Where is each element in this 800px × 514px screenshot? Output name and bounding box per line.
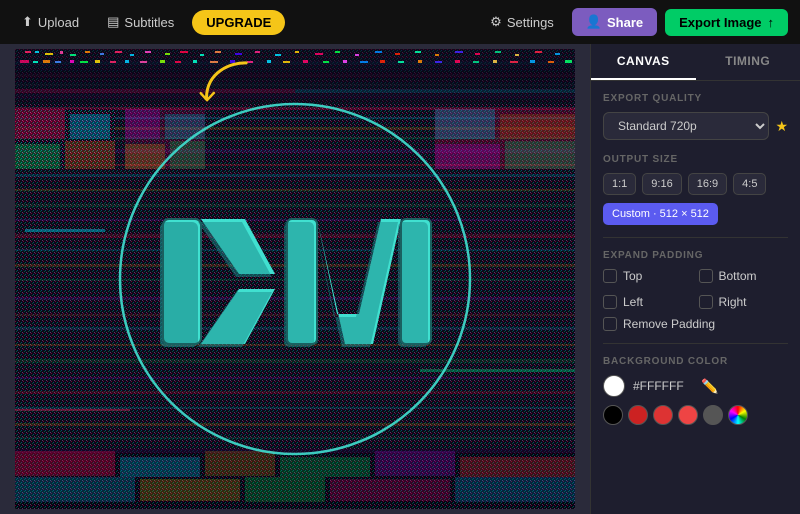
right-padding-row: Right bbox=[699, 295, 789, 309]
right-panel: CANVAS TIMING EXPORT QUALITY Standard 72… bbox=[590, 44, 800, 514]
top-padding-checkbox[interactable] bbox=[603, 269, 617, 283]
export-label: Export Image bbox=[679, 15, 761, 30]
upgrade-button[interactable]: UPGRADE bbox=[192, 10, 285, 35]
padding-checkboxes: Top Bottom Left Right bbox=[603, 269, 788, 315]
quality-row: Standard 720p ★ bbox=[603, 112, 788, 140]
left-padding-row: Left bbox=[603, 295, 693, 309]
bg-color-label: BACKGROUND COLOR bbox=[603, 356, 788, 367]
swatch-red1[interactable] bbox=[628, 405, 648, 425]
panel-body: EXPORT QUALITY Standard 720p ★ OUTPUT SI… bbox=[591, 81, 800, 514]
upload-label: Upload bbox=[38, 15, 79, 30]
bottom-padding-checkbox[interactable] bbox=[699, 269, 713, 283]
swatch-red3[interactable] bbox=[678, 405, 698, 425]
size-row: 1:1 9:16 16:9 4:5 bbox=[603, 173, 788, 195]
size-1-1-button[interactable]: 1:1 bbox=[603, 173, 636, 195]
premium-star-icon: ★ bbox=[775, 118, 788, 135]
size-4-5-button[interactable]: 4:5 bbox=[733, 173, 766, 195]
size-16-9-button[interactable]: 16:9 bbox=[688, 173, 727, 195]
subtitles-button[interactable]: ▤ Subtitles bbox=[97, 9, 184, 35]
quality-select[interactable]: Standard 720p bbox=[603, 112, 769, 140]
topbar: ⬆ Upload ▤ Subtitles UPGRADE ⚙ Settings … bbox=[0, 0, 800, 44]
divider-1 bbox=[603, 237, 788, 238]
bottom-padding-label: Bottom bbox=[719, 269, 757, 283]
size-9-16-button[interactable]: 9:16 bbox=[642, 173, 681, 195]
top-padding-row: Top bbox=[603, 269, 693, 283]
subtitles-label: Subtitles bbox=[124, 15, 174, 30]
settings-label: Settings bbox=[507, 15, 554, 30]
left-padding-label: Left bbox=[623, 295, 643, 309]
expand-padding-label: EXPAND PADDING bbox=[603, 250, 788, 261]
timing-tab[interactable]: TIMING bbox=[696, 44, 800, 80]
canvas-svg bbox=[15, 49, 575, 509]
main-content: CANVAS TIMING EXPORT QUALITY Standard 72… bbox=[0, 44, 800, 514]
swatch-black[interactable] bbox=[603, 405, 623, 425]
right-padding-label: Right bbox=[719, 295, 747, 309]
upload-icon: ⬆ bbox=[22, 14, 33, 30]
settings-button[interactable]: ⚙ Settings bbox=[480, 9, 564, 35]
canvas-area[interactable] bbox=[0, 44, 590, 514]
eyedropper-button[interactable]: ✏️ bbox=[701, 378, 718, 395]
settings-icon: ⚙ bbox=[490, 14, 502, 30]
top-padding-label: Top bbox=[623, 269, 642, 283]
swatch-gray1[interactable] bbox=[703, 405, 723, 425]
export-button[interactable]: Export Image ↑ bbox=[665, 9, 788, 36]
canvas-annotation-arrow bbox=[191, 52, 270, 120]
bg-color-section: BACKGROUND COLOR ✏️ bbox=[603, 356, 788, 425]
bg-color-swatch[interactable] bbox=[603, 375, 625, 397]
divider-2 bbox=[603, 343, 788, 344]
share-icon: 👤 bbox=[586, 14, 602, 30]
color-input-row: ✏️ bbox=[603, 375, 788, 397]
output-size-label: OUTPUT SIZE bbox=[603, 154, 788, 165]
swatch-rainbow[interactable] bbox=[728, 405, 748, 425]
bottom-padding-row: Bottom bbox=[699, 269, 789, 283]
topbar-left: ⬆ Upload ▤ Subtitles UPGRADE bbox=[12, 9, 285, 35]
left-padding-checkbox[interactable] bbox=[603, 295, 617, 309]
custom-size-button[interactable]: Custom · 512 × 512 bbox=[603, 203, 718, 225]
remove-padding-row: Remove Padding bbox=[603, 317, 788, 331]
canvas-tab[interactable]: CANVAS bbox=[591, 44, 696, 80]
custom-size-row: Custom · 512 × 512 bbox=[603, 203, 788, 225]
share-button[interactable]: 👤 Share bbox=[572, 8, 657, 36]
panel-tabs: CANVAS TIMING bbox=[591, 44, 800, 81]
share-label: Share bbox=[607, 15, 643, 30]
topbar-right: ⚙ Settings 👤 Share Export Image ↑ bbox=[480, 8, 788, 36]
remove-padding-checkbox[interactable] bbox=[603, 317, 617, 331]
upload-button[interactable]: ⬆ Upload bbox=[12, 9, 89, 35]
color-hex-input[interactable] bbox=[633, 379, 693, 393]
remove-padding-label: Remove Padding bbox=[623, 317, 715, 331]
canvas-image bbox=[15, 49, 575, 509]
export-icon: ↑ bbox=[768, 15, 775, 30]
color-swatches bbox=[603, 405, 788, 425]
right-padding-checkbox[interactable] bbox=[699, 295, 713, 309]
subtitles-icon: ▤ bbox=[107, 14, 119, 30]
swatch-red2[interactable] bbox=[653, 405, 673, 425]
export-quality-label: EXPORT QUALITY bbox=[603, 93, 788, 104]
